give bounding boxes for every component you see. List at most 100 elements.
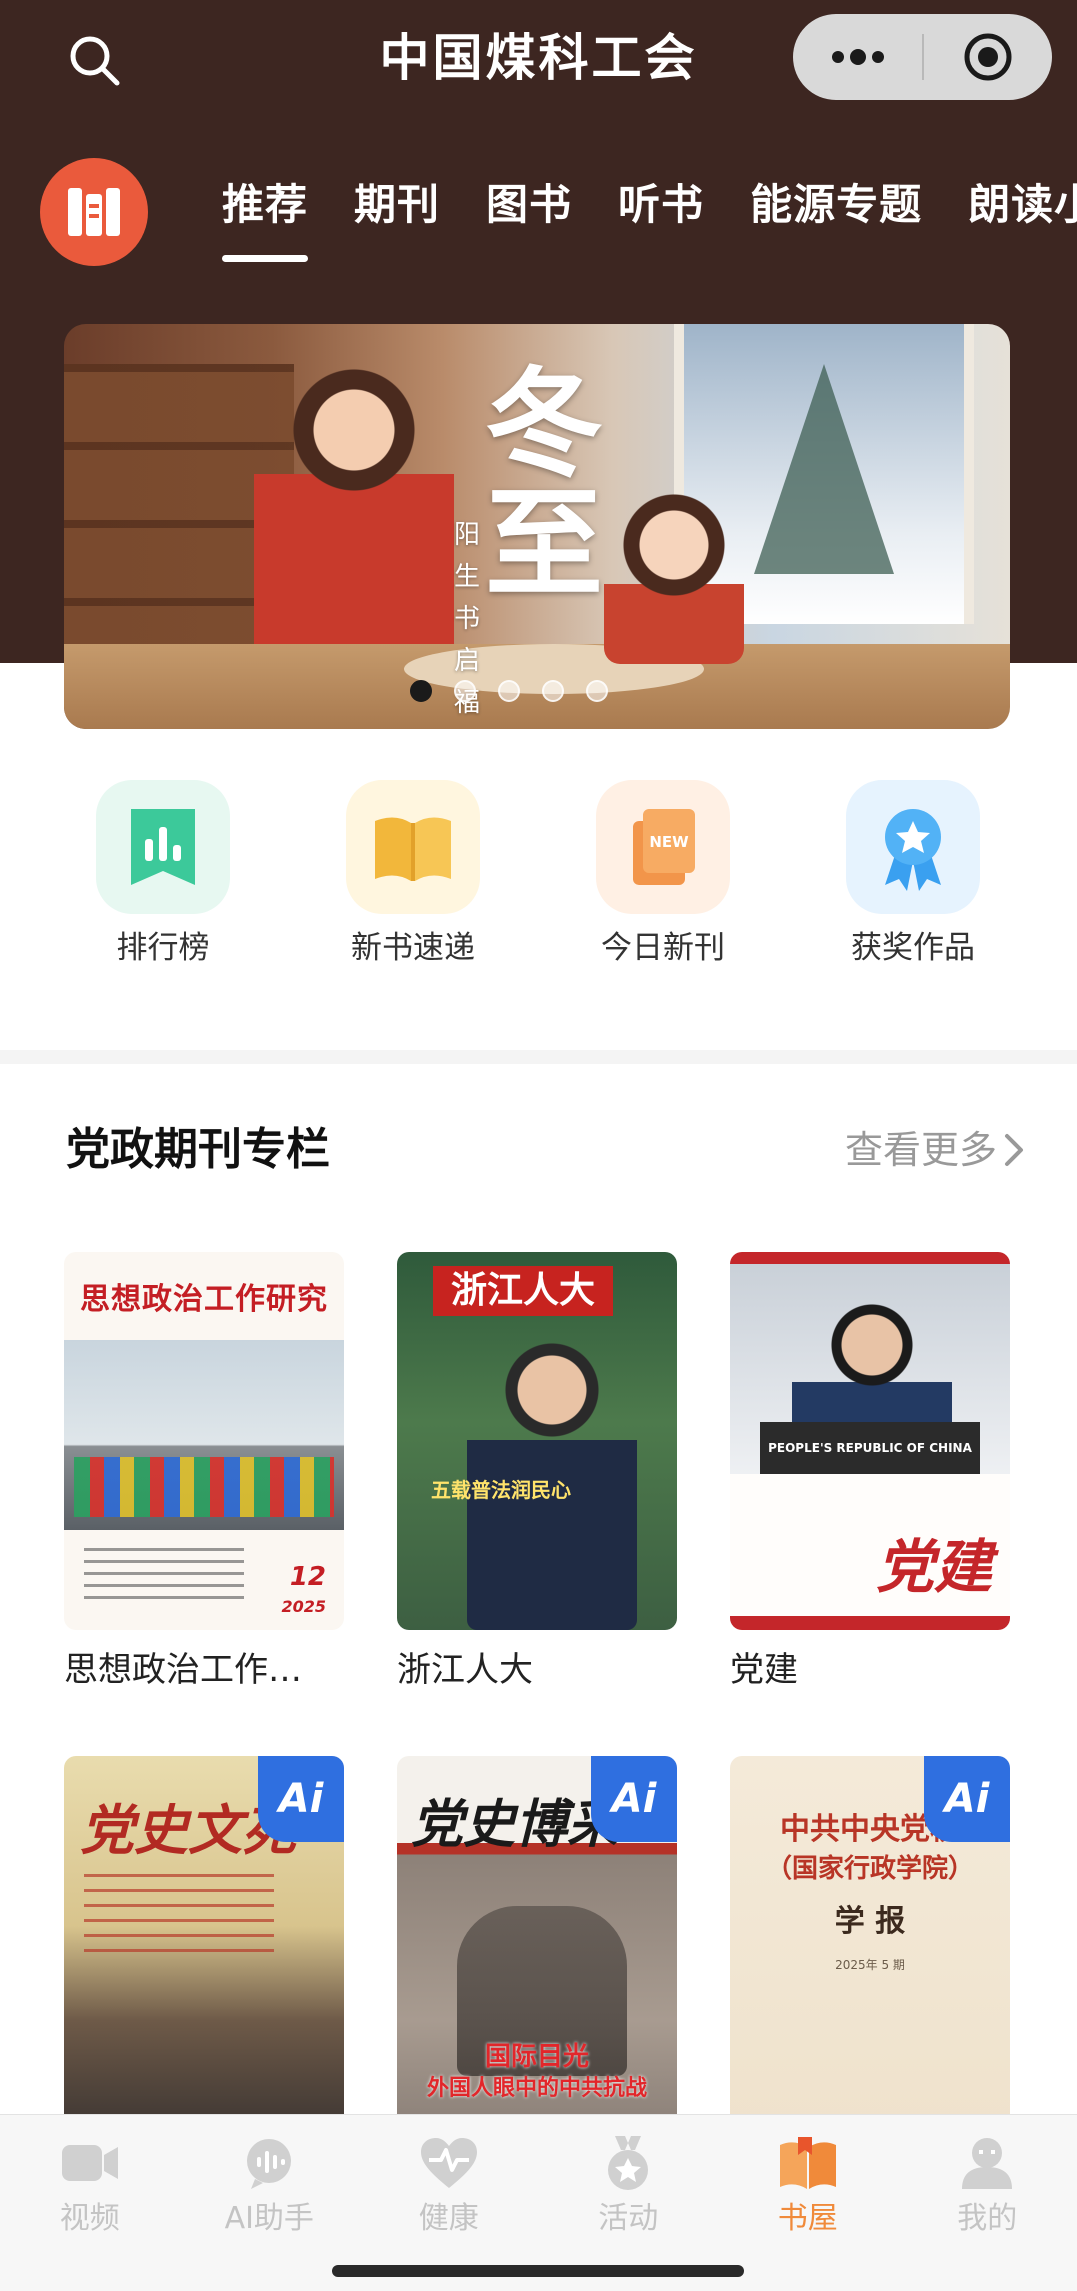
more-dots-icon — [831, 49, 884, 65]
ai-assistant-icon — [239, 2133, 299, 2193]
nav-profile-label: 我的 — [957, 2201, 1018, 2236]
journal-card[interactable]: 党史文苑 Ai — [64, 1756, 344, 2134]
quick-today-journals[interactable]: NEW 今日新刊 — [538, 780, 788, 980]
banner-mother-art — [254, 364, 454, 664]
activity-medal-icon — [598, 2133, 658, 2193]
nav-health-label: 健康 — [418, 2201, 479, 2236]
pagination-dot-active[interactable] — [410, 680, 432, 702]
nav-video[interactable]: 视频 — [0, 2133, 180, 2255]
search-icon — [70, 36, 120, 86]
nav-activity-label: 活动 — [598, 2201, 659, 2236]
journal-card[interactable]: 浙江人大 五载普法润民心 浙江人大 — [397, 1252, 677, 1698]
open-book-icon — [346, 780, 480, 914]
cover-text-lines — [84, 1874, 274, 1954]
tab-energy-topics[interactable]: 能源专题 — [750, 160, 922, 250]
tabs-viewport: 推荐 期刊 图书 听书 能源专题 朗读小 — [0, 140, 1077, 290]
journal-card[interactable]: PEOPLE'S REPUBLIC OF CHINA 党建 党建 — [730, 1252, 1010, 1698]
pagination-dot[interactable] — [542, 680, 564, 702]
journal-card[interactable]: 党史博采 国际目光 外国人眼中的中共抗战 Ai — [397, 1756, 677, 2134]
home-indicator — [332, 2265, 744, 2277]
search-button[interactable] — [62, 28, 126, 92]
nav-video-label: 视频 — [59, 2201, 120, 2236]
quick-award-works[interactable]: 获奖作品 — [788, 780, 1038, 980]
cover-desk-sign-text: PEOPLE'S REPUBLIC OF CHINA — [768, 1441, 972, 1455]
nav-health[interactable]: 健康 — [359, 2133, 539, 2255]
cover-masthead-line3: 学 报 — [834, 1904, 906, 1939]
award-icon — [846, 780, 980, 914]
journal-cover: 党史文苑 Ai — [64, 1756, 344, 2134]
cover-masthead: 党建 — [875, 1533, 992, 1601]
cover-masthead: 浙江人大 — [433, 1266, 613, 1316]
journal-title: 浙江人大 — [397, 1650, 533, 1690]
journal-cover: PEOPLE'S REPUBLIC OF CHINA 党建 — [730, 1252, 1010, 1630]
cover-bottom-band — [730, 1616, 1010, 1630]
journal-title: 党建 — [730, 1650, 798, 1690]
nav-ai-assistant-label: AI助手 — [224, 2201, 314, 2236]
cover-issue: 12 2025 — [281, 1564, 326, 1620]
cover-tagline: 五载普法润民心 — [431, 1478, 571, 1502]
cover-subheadline: 外国人眼中的中共抗战 — [426, 2076, 647, 2101]
cover-issue-number: 12 — [289, 1562, 326, 1592]
top-bar: 中国煤科工会 — [0, 0, 1077, 115]
svg-text:NEW: NEW — [649, 833, 689, 851]
journal-card[interactable]: 思想政治工作研究 12 2025 思想政治工作… — [64, 1252, 344, 1698]
section-title: 党政期刊专栏 — [66, 1124, 330, 1175]
ai-badge: Ai — [924, 1756, 1010, 1842]
ranking-icon — [96, 780, 230, 914]
quick-entries: 排行榜 新书速递 NEW 今日新刊 获奖作品 — [0, 780, 1077, 980]
quick-ranking[interactable]: 排行榜 — [38, 780, 288, 980]
pagination-dot[interactable] — [498, 680, 520, 702]
nav-activity[interactable]: 活动 — [539, 2133, 719, 2255]
journal-title: 思想政治工作… — [64, 1650, 302, 1690]
view-more-link[interactable]: 查看更多 — [845, 1120, 1025, 1180]
new-journal-icon: NEW — [596, 780, 730, 914]
tab-journals[interactable]: 期刊 — [354, 160, 440, 250]
section-divider — [0, 1050, 1077, 1064]
cover-desk-sign: PEOPLE'S REPUBLIC OF CHINA — [760, 1422, 980, 1474]
journal-card[interactable]: 中共中央党校 （国家行政学院） 学 报 2025年 5 期 Ai — [730, 1756, 1010, 2134]
video-icon — [60, 2133, 120, 2193]
cover-masthead: 党史博采 — [411, 1794, 620, 1855]
banner-carousel[interactable]: 冬至 阳生书启福 — [64, 324, 1010, 729]
cover-headline: 国际目光 — [484, 2042, 589, 2072]
cover-photo-people — [74, 1457, 334, 1517]
ai-badge: Ai — [591, 1756, 677, 1842]
tab-audiobooks[interactable]: 听书 — [618, 160, 704, 250]
pagination-dot[interactable] — [454, 680, 476, 702]
cover-issue: 2025年 5 期 — [835, 1958, 905, 1972]
profile-icon — [957, 2133, 1017, 2193]
ai-badge: Ai — [258, 1756, 344, 1842]
cover-masthead-line2: （国家行政学院） — [765, 1854, 974, 1884]
banner-pagination — [64, 680, 982, 702]
nav-profile[interactable]: 我的 — [898, 2133, 1077, 2255]
journal-cover: 党史博采 国际目光 外国人眼中的中共抗战 Ai — [397, 1756, 677, 2134]
category-tabs: 推荐 期刊 图书 听书 能源专题 朗读小 — [222, 160, 1077, 270]
journal-cover: 思想政治工作研究 12 2025 — [64, 1252, 344, 1630]
quick-new-books-label: 新书速递 — [351, 930, 475, 966]
quick-today-journals-label: 今日新刊 — [601, 930, 725, 966]
tab-books[interactable]: 图书 — [486, 160, 572, 250]
journal-cover: 中共中央党校 （国家行政学院） 学 报 2025年 5 期 Ai — [730, 1756, 1010, 2134]
tab-recommend[interactable]: 推荐 — [222, 160, 309, 262]
banner-child-art — [604, 489, 744, 664]
miniprogram-close-button[interactable] — [924, 14, 1052, 100]
cover-text-lines — [84, 1548, 244, 1602]
miniprogram-capsule — [793, 14, 1052, 100]
bookstore-icon — [778, 2133, 838, 2193]
pagination-dot[interactable] — [586, 680, 608, 702]
quick-ranking-label: 排行榜 — [116, 930, 210, 966]
bottom-navigation: 视频 AI助手 健康 活动 书屋 我的 — [0, 2114, 1077, 2291]
journal-cover: 浙江人大 五载普法润民心 — [397, 1252, 677, 1630]
cover-masthead: 思想政治工作研究 — [80, 1282, 328, 1317]
nav-bookstore-label: 书屋 — [777, 2201, 838, 2236]
quick-new-books[interactable]: 新书速递 — [288, 780, 538, 980]
health-heart-icon — [419, 2133, 479, 2193]
nav-ai-assistant[interactable]: AI助手 — [180, 2133, 360, 2255]
banner-tree-art — [754, 364, 894, 574]
nav-bookstore[interactable]: 书屋 — [718, 2133, 898, 2255]
tab-reading[interactable]: 朗读小 — [968, 160, 1077, 250]
miniprogram-close-icon — [964, 33, 1012, 81]
view-more-label: 查看更多 — [844, 1128, 997, 1172]
more-button[interactable] — [793, 14, 922, 100]
cover-issue-year: 2025 — [281, 1597, 326, 1616]
